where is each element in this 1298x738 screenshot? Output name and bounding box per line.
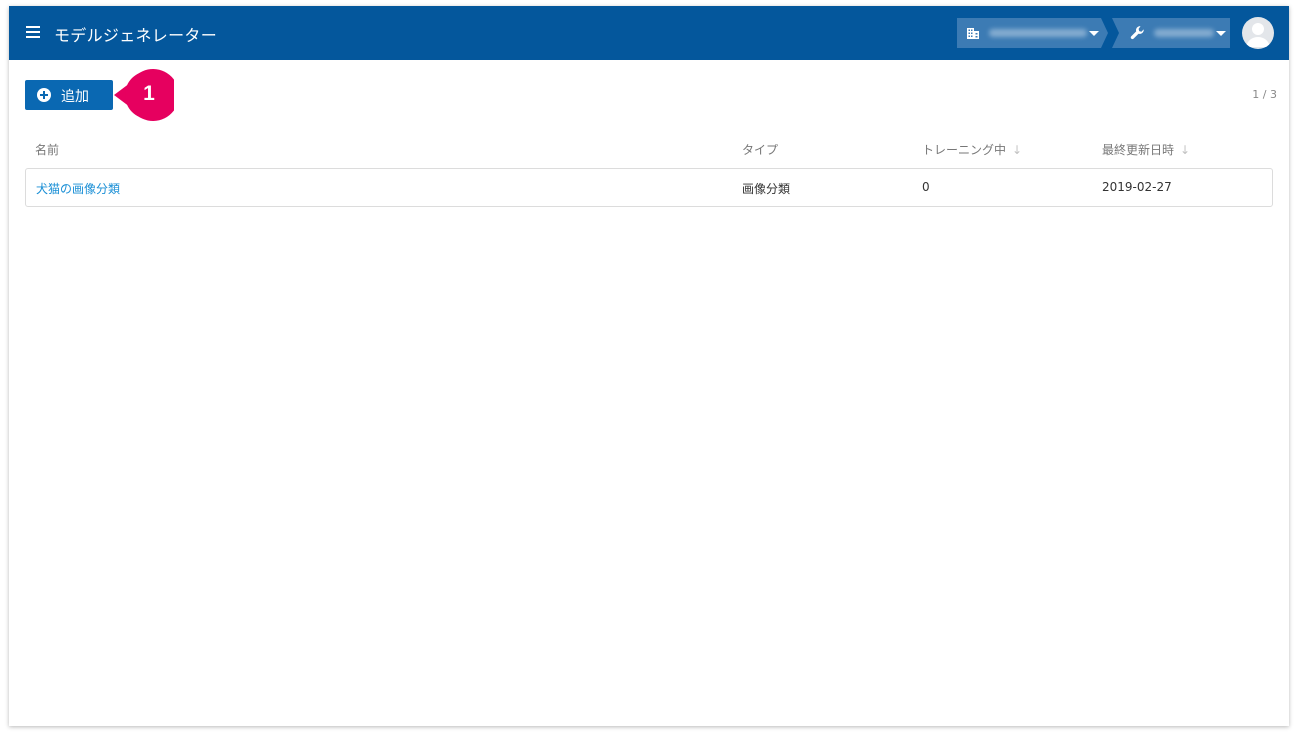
column-header-label: トレーニング中 xyxy=(922,143,1007,157)
pagination-indicator: 1 / 3 xyxy=(1252,88,1277,101)
person-icon xyxy=(1246,23,1270,47)
app-window: モデルジェネレーター 追加 1 1 / 3 名前 タイプ トレーニング中 ↓ 最… xyxy=(9,6,1289,726)
column-header-name: 名前 xyxy=(35,141,59,158)
role-selector[interactable] xyxy=(1112,18,1230,48)
callout-number: 1 xyxy=(143,82,155,105)
model-name-link[interactable]: 犬猫の画像分類 xyxy=(36,180,120,197)
wrench-icon xyxy=(1130,26,1144,40)
table-row[interactable]: 犬猫の画像分類 画像分類 0 2019-02-27 xyxy=(25,168,1273,207)
arrow-down-icon[interactable]: ↓ xyxy=(1180,143,1190,157)
column-header-label: 名前 xyxy=(35,143,60,157)
step-callout-badge: 1 xyxy=(112,69,180,121)
add-button[interactable]: 追加 xyxy=(25,80,113,110)
column-header-type: タイプ xyxy=(742,141,778,158)
chevron-down-icon xyxy=(1089,31,1099,36)
user-avatar-icon[interactable] xyxy=(1242,17,1274,49)
training-count-cell: 0 xyxy=(922,180,930,194)
column-header-label: タイプ xyxy=(742,143,779,157)
app-title: モデルジェネレーター xyxy=(54,26,218,45)
updated-date-cell: 2019-02-27 xyxy=(1102,180,1172,194)
add-button-label: 追加 xyxy=(61,89,89,105)
chevron-down-icon xyxy=(1216,31,1226,36)
building-icon xyxy=(967,28,979,39)
menu-icon[interactable] xyxy=(26,26,40,38)
column-header-training[interactable]: トレーニング中 ↓ xyxy=(922,141,1022,158)
plus-circle-icon xyxy=(37,88,51,102)
column-header-label: 最終更新日時 xyxy=(1102,143,1175,157)
organization-name-redacted xyxy=(989,29,1087,37)
model-type-cell: 画像分類 xyxy=(742,182,791,196)
role-name-redacted xyxy=(1154,29,1214,37)
organization-selector[interactable] xyxy=(957,18,1108,48)
arrow-down-icon[interactable]: ↓ xyxy=(1012,143,1022,157)
app-header: モデルジェネレーター xyxy=(9,6,1289,60)
column-header-updated[interactable]: 最終更新日時 ↓ xyxy=(1102,141,1190,158)
